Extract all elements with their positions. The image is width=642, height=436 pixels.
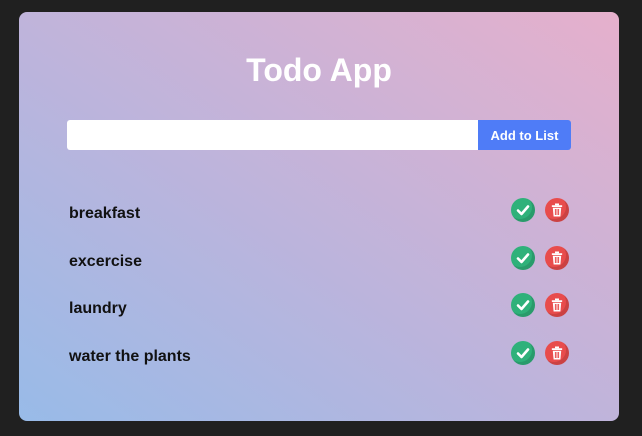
delete-button[interactable] <box>545 341 569 366</box>
todo-text: breakfast <box>69 205 141 222</box>
todo-card: Todo App Add to List breakfast excercise <box>19 12 619 421</box>
complete-button[interactable] <box>511 198 535 222</box>
add-to-list-button[interactable]: Add to List <box>478 120 571 150</box>
check-icon <box>516 348 530 359</box>
todo-item: breakfast <box>69 198 569 246</box>
add-todo-form: Add to List <box>67 120 571 150</box>
trash-icon <box>551 346 563 360</box>
complete-button[interactable] <box>511 341 535 366</box>
delete-button[interactable] <box>545 198 569 222</box>
delete-button[interactable] <box>545 245 569 270</box>
todo-actions <box>511 198 569 222</box>
todo-list: breakfast excercise laundry water the pl… <box>69 198 569 389</box>
trash-icon <box>551 298 563 312</box>
todo-actions <box>511 341 569 366</box>
todo-actions <box>511 293 569 318</box>
todo-text: laundry <box>69 300 127 318</box>
trash-icon <box>551 251 563 265</box>
check-icon <box>516 205 530 216</box>
todo-item: laundry <box>69 293 569 341</box>
todo-item: excercise <box>69 245 569 294</box>
delete-button[interactable] <box>545 293 569 318</box>
todo-text: water the plants <box>69 348 191 366</box>
check-icon <box>516 252 530 263</box>
complete-button[interactable] <box>511 245 535 270</box>
check-icon <box>516 300 530 311</box>
todo-actions <box>511 245 569 270</box>
complete-button[interactable] <box>511 293 535 318</box>
page-title: Todo App <box>246 52 392 88</box>
todo-text: excercise <box>69 252 142 270</box>
todo-item: water the plants <box>69 341 569 389</box>
trash-icon <box>551 203 563 217</box>
todo-input[interactable] <box>67 120 478 150</box>
